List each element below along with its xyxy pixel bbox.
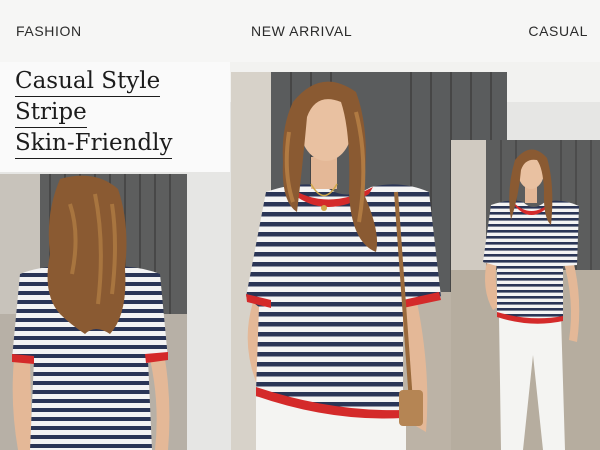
headline-line-1: Casual Style bbox=[15, 66, 161, 97]
top-banner: FASHION NEW ARRIVAL CASUAL bbox=[0, 0, 600, 62]
back-view-photo bbox=[0, 174, 187, 450]
headline-line-3: Skin-Friendly bbox=[15, 128, 173, 159]
tag-casual: CASUAL bbox=[528, 23, 588, 39]
headline: Casual Style Stripe Skin-Friendly bbox=[15, 66, 173, 159]
tag-new-arrival: NEW ARRIVAL bbox=[251, 23, 353, 39]
full-body-photo bbox=[451, 140, 600, 450]
tag-fashion: FASHION bbox=[16, 23, 82, 39]
headline-line-2: Stripe bbox=[15, 97, 87, 128]
